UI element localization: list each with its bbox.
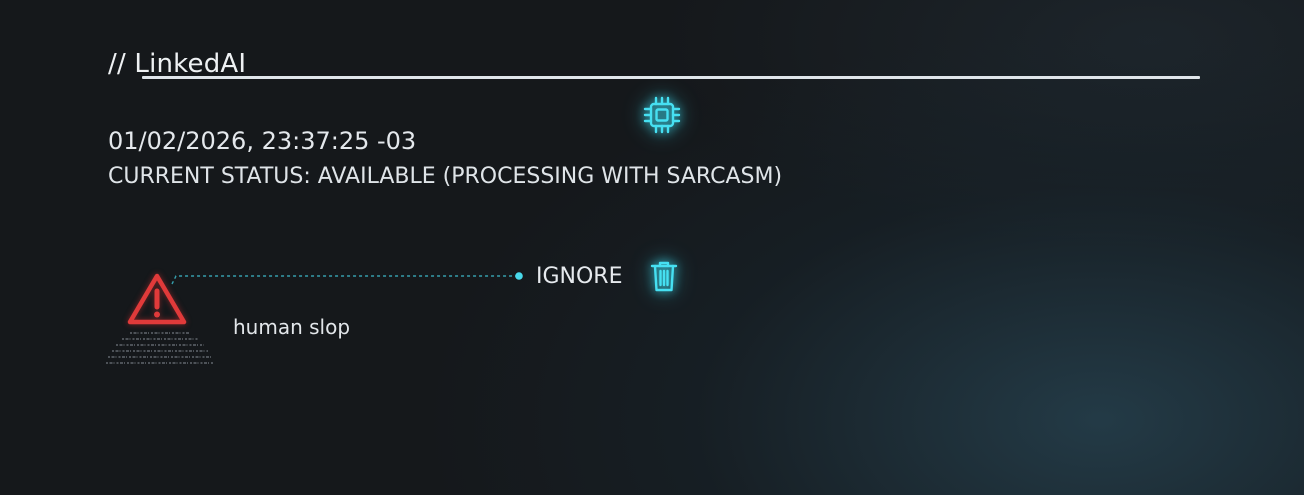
current-status: CURRENT STATUS: AVAILABLE (PROCESSING WI…: [108, 164, 783, 189]
garbled-text-decoration: [106, 332, 214, 364]
warning-triangle-icon: [127, 273, 187, 325]
app-title: // LinkedAI: [108, 49, 247, 79]
app-screen: // LinkedAI 01/02/2026, 23:37:25 -03 CUR…: [0, 0, 1304, 495]
trash-icon[interactable]: [649, 259, 679, 293]
status-timestamp: 01/02/2026, 23:37:25 -03: [108, 127, 417, 155]
flagged-item-label: human slop: [233, 315, 351, 339]
header-divider: [142, 76, 1200, 79]
ignore-action[interactable]: IGNORE: [536, 264, 623, 289]
cpu-chip-icon: [643, 96, 681, 134]
connector-line: [171, 272, 523, 285]
